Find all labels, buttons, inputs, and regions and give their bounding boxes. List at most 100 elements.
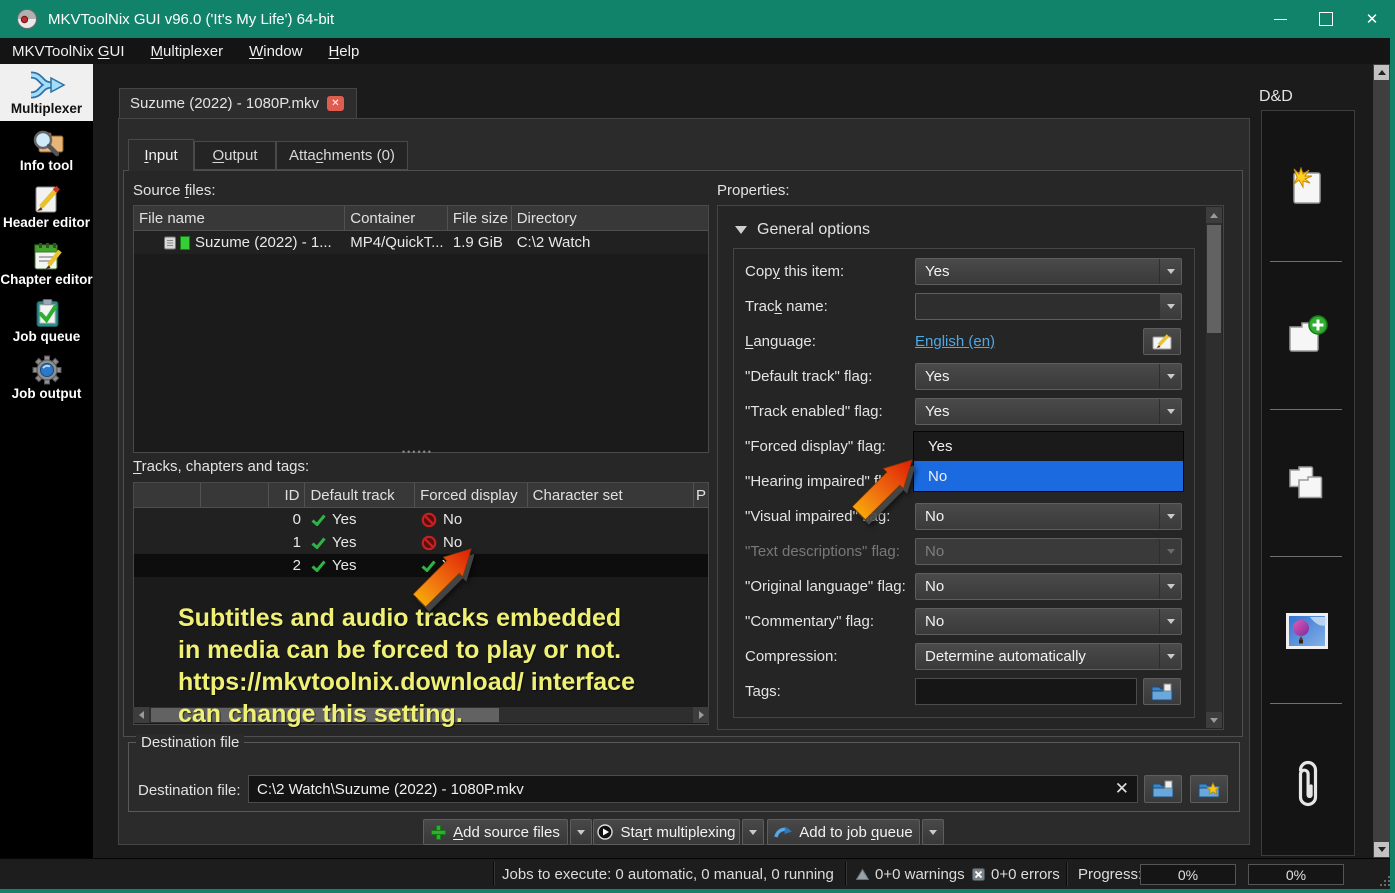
tags-input[interactable] (915, 678, 1137, 705)
annotation-line-1: Subtitles and audio tracks embedded (178, 604, 621, 633)
triangle-left-icon (139, 711, 144, 719)
text-descriptions-flag-label: "Text descriptions" flag: (745, 543, 900, 560)
col-forced-display[interactable]: Forced display (415, 483, 528, 507)
warning-icon (856, 869, 869, 880)
progress-label: Progress: (1078, 859, 1142, 889)
menu-mkvtoolnix-gui[interactable]: MKVToolNix GUI (12, 43, 125, 60)
scroll-down-button[interactable] (1374, 842, 1389, 857)
visual-impaired-flag-dropdown[interactable]: No (915, 503, 1182, 530)
copy-this-item-label: Copy this item: (745, 263, 844, 280)
general-options-header[interactable]: General options (757, 221, 870, 239)
titlebar: MKVToolNix GUI v96.0 ('It's My Life') 64… (0, 0, 1395, 38)
paperclip-icon[interactable] (1290, 755, 1326, 813)
sidebar-item-job-output[interactable]: Job output (0, 349, 93, 406)
scroll-down-button[interactable] (1206, 712, 1222, 728)
track-name-label: Track name: (745, 298, 828, 315)
commentary-flag-label: "Commentary" flag: (745, 613, 874, 630)
close-button[interactable]: ✕ (1349, 0, 1395, 38)
scroll-up-button[interactable] (1374, 65, 1389, 80)
document-tab[interactable]: Suzume (2022) - 1080P.mkv ✕ (119, 88, 357, 118)
favorite-destination-button[interactable] (1190, 775, 1228, 803)
collapse-triangle-icon[interactable] (735, 226, 747, 234)
chevron-down-icon (577, 830, 585, 835)
sidebar-item-header-editor[interactable]: Header editor (0, 178, 93, 235)
browse-tags-button[interactable] (1143, 678, 1181, 705)
tab-attachments[interactable]: Attachments (0) (276, 141, 408, 170)
jobs-status: Jobs to execute: 0 automatic, 0 manual, … (502, 859, 834, 889)
col-id[interactable]: ID (269, 483, 306, 507)
col-blank-1[interactable] (134, 483, 201, 507)
track-row-0[interactable]: 0 Yes No (134, 508, 708, 531)
col-directory[interactable]: Directory (512, 206, 708, 230)
col-file-name[interactable]: File name (134, 206, 345, 230)
add-source-files-menu-button[interactable] (570, 819, 592, 845)
option-no-highlighted[interactable]: No (914, 461, 1183, 491)
window-vscrollbar[interactable] (1373, 64, 1390, 858)
add-folder-icon[interactable] (1284, 313, 1330, 357)
edit-language-button[interactable] (1143, 328, 1181, 355)
chevron-down-icon (1167, 409, 1175, 414)
scroll-up-button[interactable] (1206, 207, 1222, 223)
chevron-down-icon (1167, 654, 1175, 659)
original-language-flag-dropdown[interactable]: No (915, 573, 1182, 600)
add-to-job-queue-menu-button[interactable] (922, 819, 944, 845)
clear-icon[interactable]: ✕ (1115, 779, 1129, 799)
col-file-size[interactable]: File size (448, 206, 512, 230)
photo-icon[interactable] (1286, 613, 1328, 649)
sidebar-item-job-queue[interactable]: Job queue (0, 292, 93, 349)
splitter-handle[interactable]: •••••• (402, 447, 433, 457)
pencil-icon (1152, 334, 1172, 350)
forced-display-popup: Yes No (913, 431, 1184, 492)
chevron-down-icon (749, 830, 757, 835)
maximize-button[interactable] (1303, 0, 1349, 38)
col-default-track[interactable]: Default track (305, 483, 415, 507)
scroll-right-button[interactable] (693, 707, 709, 723)
destination-file-input[interactable]: C:\2 Watch\Suzume (2022) - 1080P.mkv ✕ (248, 775, 1138, 803)
copy-this-item-dropdown[interactable]: Yes (915, 258, 1182, 285)
vscrollbar-thumb[interactable] (1207, 225, 1221, 333)
copy-files-icon[interactable] (1284, 460, 1330, 504)
tracks-label: Tracks, chapters and tags: (133, 458, 309, 475)
col-truncated[interactable]: P (694, 483, 708, 507)
check-icon (311, 560, 326, 572)
chevron-down-icon (1167, 269, 1175, 274)
annotation-line-4: can change this setting. (178, 700, 463, 729)
tool-sidebar: Multiplexer Info tool Header editor (0, 64, 93, 858)
default-track-flag-dropdown[interactable]: Yes (915, 363, 1182, 390)
chevron-down-icon (1167, 514, 1175, 519)
triangle-down-icon (1378, 847, 1386, 852)
col-character-set[interactable]: Character set (528, 483, 694, 507)
text-descriptions-flag-dropdown: No (915, 538, 1182, 565)
sidebar-item-multiplexer[interactable]: Multiplexer (0, 64, 93, 121)
menu-multiplexer[interactable]: Multiplexer (151, 43, 224, 60)
tab-close-icon[interactable]: ✕ (327, 96, 344, 111)
add-source-files-button[interactable]: Add source files (423, 819, 568, 845)
commentary-flag-dropdown[interactable]: No (915, 608, 1182, 635)
start-multiplexing-menu-button[interactable] (742, 819, 764, 845)
sidebar-item-chapter-editor[interactable]: Chapter editor (0, 235, 93, 292)
start-multiplexing-button[interactable]: Start multiplexing (593, 819, 740, 845)
triangle-up-icon (1378, 70, 1386, 75)
error-icon (972, 868, 985, 881)
add-to-job-queue-button[interactable]: Add to job queue (767, 819, 920, 845)
language-link[interactable]: English (en) (915, 333, 995, 350)
track-enabled-flag-dropdown[interactable]: Yes (915, 398, 1182, 425)
browse-destination-button[interactable] (1144, 775, 1182, 803)
source-files-table[interactable]: File name Container File size Directory … (133, 205, 709, 453)
option-yes[interactable]: Yes (914, 432, 1183, 461)
new-file-icon[interactable] (1284, 167, 1330, 209)
track-name-combobox[interactable] (915, 293, 1182, 320)
sidebar-item-info-tool[interactable]: Info tool (0, 121, 93, 178)
annotation-line-3: https://mkvtoolnix.download/ interface (178, 668, 635, 697)
chapter-editor-icon (27, 241, 67, 271)
tab-input[interactable]: Input (128, 139, 194, 171)
col-blank-2[interactable] (201, 483, 269, 507)
source-file-row[interactable]: Suzume (2022) - 1... MP4/QuickT... 1.9 G… (134, 231, 708, 254)
menu-help[interactable]: Help (328, 43, 359, 60)
minimize-button[interactable] (1257, 0, 1303, 38)
scroll-left-button[interactable] (133, 707, 149, 723)
menu-window[interactable]: Window (249, 43, 302, 60)
col-container[interactable]: Container (345, 206, 448, 230)
tab-output[interactable]: Output (194, 141, 276, 170)
compression-dropdown[interactable]: Determine automatically (915, 643, 1182, 670)
